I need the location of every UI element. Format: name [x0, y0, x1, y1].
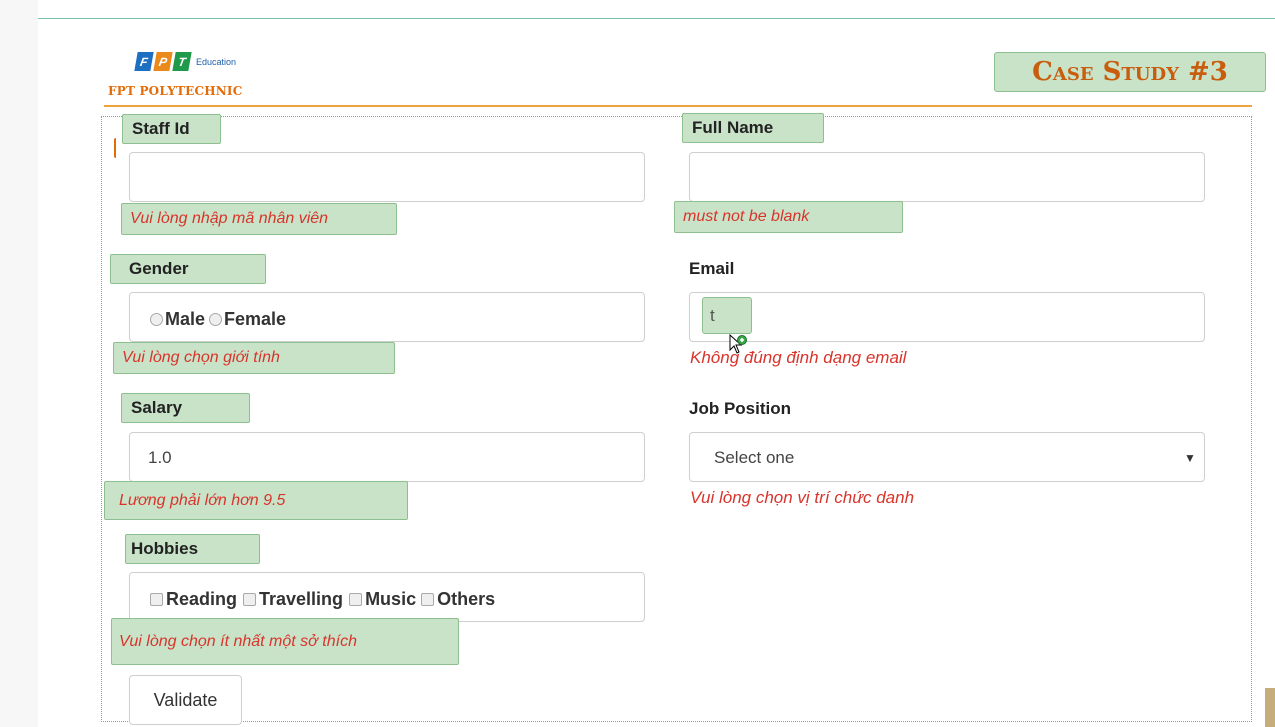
logo-letter-t: T [172, 52, 192, 71]
logo-letter-p: P [153, 52, 173, 71]
email-input[interactable] [689, 292, 1205, 342]
logo-subtitle: Education [196, 56, 237, 67]
top-divider [38, 18, 1275, 19]
staff-id-input[interactable] [129, 152, 645, 202]
school-name: FPT POLYTECHNIC [108, 84, 243, 98]
case-study-badge: Case Study #3 [994, 52, 1266, 92]
header-divider [104, 105, 1252, 107]
email-value: t [702, 297, 752, 334]
fpt-logo: F P T Education [134, 52, 237, 71]
full-name-input[interactable] [689, 152, 1205, 202]
salary-label: Salary [121, 393, 250, 423]
job-position-error: Vui lòng chọn vị trí chức danh [690, 488, 915, 507]
validate-button[interactable]: Validate [129, 675, 242, 725]
hobbies-options: Reading Travelling Music Others [150, 589, 495, 610]
staff-id-error: Vui lòng nhập mã nhân viên [121, 203, 397, 235]
hobby-others-checkbox[interactable] [421, 593, 435, 606]
email-label: Email [689, 259, 735, 278]
full-name-error: must not be blank [674, 201, 903, 233]
hobby-reading-label[interactable]: Reading [166, 589, 237, 610]
logo-letter-f: F [134, 52, 154, 71]
hobbies-error: Vui lòng chọn ít nhất một sở thích [111, 618, 459, 665]
hobby-music-label[interactable]: Music [365, 589, 416, 610]
corner-thumbnail [1265, 688, 1275, 727]
hobbies-label: Hobbies [125, 534, 260, 564]
salary-value: 1.0 [148, 448, 172, 467]
salary-error: Lương phải lớn hơn 9.5 [104, 481, 408, 520]
gender-female-radio[interactable] [209, 313, 223, 326]
hobby-reading-checkbox[interactable] [150, 593, 163, 606]
email-error: Không đúng định dạng email [690, 348, 907, 367]
chevron-down-icon: ▼ [1184, 451, 1196, 465]
full-name-label: Full Name [682, 113, 824, 143]
gender-male-label[interactable]: Male [165, 309, 205, 330]
job-position-selected: Select one [714, 448, 795, 467]
staff-id-label: Staff Id [122, 114, 221, 144]
gender-female-label[interactable]: Female [224, 309, 286, 330]
hobby-travelling-label[interactable]: Travelling [259, 589, 343, 610]
salary-input[interactable] [129, 432, 645, 482]
panel-marker [114, 138, 119, 158]
hobby-music-checkbox[interactable] [349, 593, 363, 606]
hobby-travelling-checkbox[interactable] [243, 593, 257, 606]
hobby-others-label[interactable]: Others [437, 589, 495, 610]
gender-label: Gender [110, 254, 266, 284]
gender-options: Male Female [150, 309, 286, 330]
gender-error: Vui lòng chọn giới tính [113, 342, 395, 374]
job-position-label: Job Position [689, 399, 791, 418]
gender-male-radio[interactable] [150, 313, 163, 326]
